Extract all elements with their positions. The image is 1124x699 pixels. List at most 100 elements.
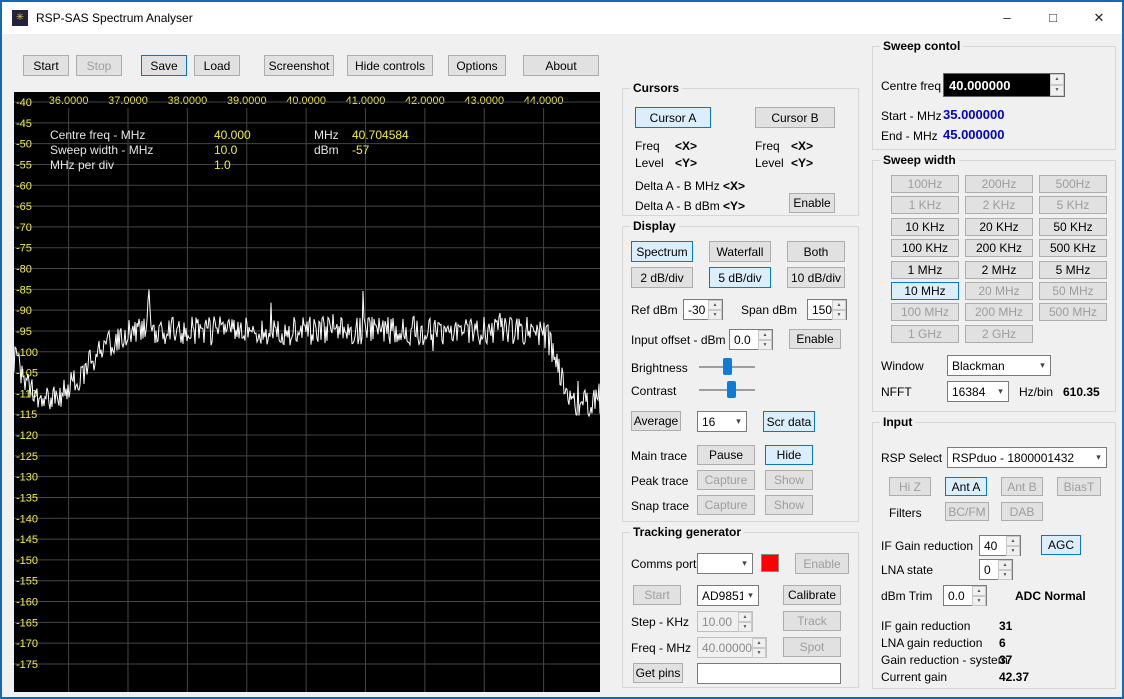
cursor-a-button[interactable]: Cursor A	[635, 107, 711, 128]
get-pins-button[interactable]: Get pins	[633, 663, 683, 683]
spin-down-icon[interactable]: ▼	[758, 340, 772, 350]
sweep-width-10-mhz-button[interactable]: 10 MHz	[891, 282, 959, 300]
db10-per-div-button[interactable]: 10 dB/div	[787, 267, 845, 288]
spin-up-icon[interactable]: ▲	[738, 612, 752, 622]
peak-trace-capture-button[interactable]: Capture	[697, 470, 755, 490]
spin-down-icon[interactable]: ▼	[752, 648, 766, 658]
spin-down-icon[interactable]: ▼	[708, 310, 722, 320]
sweep-width-500hz-button[interactable]: 500Hz	[1039, 175, 1107, 193]
sweep-width-1-mhz-button[interactable]: 1 MHz	[891, 260, 959, 279]
lna-state-spin-buttons[interactable]: ▲ ▼	[998, 560, 1012, 580]
save-button[interactable]: Save	[141, 55, 187, 76]
input-offset-spinner[interactable]: 0.0 ▲ ▼	[729, 329, 773, 350]
hide-controls-button[interactable]: Hide controls	[347, 55, 433, 76]
spin-down-icon[interactable]: ▼	[1006, 546, 1020, 556]
cursors-enable-button[interactable]: Enable	[789, 193, 835, 213]
spin-up-icon[interactable]: ▲	[752, 638, 766, 648]
start-button[interactable]: Start	[23, 55, 69, 76]
average-button[interactable]: Average	[631, 411, 681, 431]
screenshot-button[interactable]: Screenshot	[264, 55, 334, 76]
track-button[interactable]: Track	[783, 611, 841, 631]
spectrum-plot[interactable]: 36.0000 37.0000 38.0000 39.0000 40.0000 41.00…	[13, 92, 601, 692]
main-trace-pause-button[interactable]: Pause	[697, 445, 755, 465]
pins-field[interactable]	[697, 663, 841, 684]
contrast-slider[interactable]	[699, 381, 755, 399]
spin-down-icon[interactable]: ▼	[738, 622, 752, 632]
spectrum-mode-button[interactable]: Spectrum	[631, 241, 693, 262]
tracking-enable-button[interactable]: Enable	[795, 553, 849, 574]
ref-dbm-spinner[interactable]: -30 ▲ ▼	[683, 299, 723, 320]
spin-down-icon[interactable]: ▼	[832, 310, 846, 320]
sweep-width-5-khz-button[interactable]: 5 KHz	[1039, 196, 1107, 215]
sweep-width-500-khz-button[interactable]: 500 KHz	[1039, 239, 1107, 258]
sweep-width-200-khz-button[interactable]: 200 KHz	[965, 239, 1033, 258]
sweep-width-100hz-button[interactable]: 100Hz	[891, 175, 959, 193]
centre-freq-spin-buttons[interactable]: ▲ ▼	[1050, 74, 1064, 96]
brightness-slider-thumb[interactable]	[722, 358, 732, 375]
sweep-width-2-ghz-button[interactable]: 2 GHz	[965, 324, 1033, 343]
comms-port-select[interactable]: ▾	[697, 553, 753, 574]
spin-up-icon[interactable]: ▲	[1006, 536, 1020, 546]
if-gain-spinner[interactable]: 40 ▲ ▼	[979, 535, 1021, 556]
sweep-width-50-khz-button[interactable]: 50 KHz	[1039, 217, 1107, 236]
sweep-width-1-khz-button[interactable]: 1 KHz	[891, 196, 959, 215]
peak-trace-show-button[interactable]: Show	[765, 470, 813, 490]
tg-freq-spinner[interactable]: 40.000000 ▲▼	[697, 637, 767, 658]
close-button[interactable]: ✕	[1076, 2, 1122, 33]
sweep-width-200hz-button[interactable]: 200Hz	[965, 175, 1033, 193]
cursor-b-button[interactable]: Cursor B	[755, 107, 835, 128]
dab-filter-button[interactable]: DAB	[1001, 502, 1043, 521]
spin-up-icon[interactable]: ▲	[972, 586, 986, 596]
spin-up-icon[interactable]: ▲	[758, 330, 772, 340]
maximize-button[interactable]: □	[1030, 2, 1076, 33]
span-dbm-spinner[interactable]: 150 ▲ ▼	[807, 299, 847, 320]
sweep-width-1-ghz-button[interactable]: 1 GHz	[891, 324, 959, 343]
db5-per-div-button[interactable]: 5 dB/div	[709, 267, 771, 288]
tracking-start-button[interactable]: Start	[633, 585, 681, 605]
window-select[interactable]: Blackman ▾	[947, 355, 1051, 376]
sweep-width-100-mhz-button[interactable]: 100 MHz	[891, 303, 959, 322]
sweep-width-20-khz-button[interactable]: 20 KHz	[965, 217, 1033, 236]
stop-button[interactable]: Stop	[76, 55, 122, 76]
options-button[interactable]: Options	[448, 55, 506, 76]
spot-button[interactable]: Spot	[783, 637, 841, 657]
sweep-width-2-mhz-button[interactable]: 2 MHz	[965, 260, 1033, 279]
ant-b-button[interactable]: Ant B	[1001, 477, 1043, 496]
sweep-width-500-mhz-button[interactable]: 500 MHz	[1039, 303, 1107, 322]
input-offset-spin-buttons[interactable]: ▲ ▼	[758, 330, 772, 350]
lna-state-spinner[interactable]: 0 ▲ ▼	[979, 559, 1013, 580]
sweep-width-200-mhz-button[interactable]: 200 MHz	[965, 303, 1033, 322]
sweep-width-2-khz-button[interactable]: 2 KHz	[965, 196, 1033, 215]
bias-t-button[interactable]: BiasT	[1057, 477, 1101, 496]
average-select[interactable]: 16 ▾	[697, 411, 747, 432]
sweep-width-100-khz-button[interactable]: 100 KHz	[891, 239, 959, 258]
brightness-slider[interactable]	[699, 358, 755, 376]
contrast-slider-thumb[interactable]	[727, 381, 736, 398]
step-khz-spinner[interactable]: 10.00 ▲ ▼	[697, 611, 753, 632]
spin-up-icon[interactable]: ▲	[1050, 74, 1064, 85]
spin-up-icon[interactable]: ▲	[998, 560, 1012, 570]
input-offset-enable-button[interactable]: Enable	[789, 329, 841, 349]
tg-freq-spin-buttons[interactable]: ▲ ▼	[752, 638, 766, 658]
span-dbm-spin-buttons[interactable]: ▲ ▼	[832, 300, 846, 320]
step-khz-spin-buttons[interactable]: ▲ ▼	[738, 612, 752, 632]
snap-trace-show-button[interactable]: Show	[765, 495, 813, 515]
sweep-width-10-khz-button[interactable]: 10 KHz	[891, 217, 959, 236]
load-button[interactable]: Load	[194, 55, 240, 76]
about-button[interactable]: About	[523, 55, 599, 76]
sweep-width-20-mhz-button[interactable]: 20 MHz	[965, 282, 1033, 300]
spin-down-icon[interactable]: ▼	[972, 596, 986, 606]
dbm-trim-spin-buttons[interactable]: ▲ ▼	[972, 586, 986, 606]
rsp-select[interactable]: RSPduo - 1800001432 ▾	[947, 447, 1107, 468]
agc-button[interactable]: AGC	[1041, 535, 1081, 555]
calibrate-button[interactable]: Calibrate	[783, 585, 841, 605]
scr-data-button[interactable]: Scr data	[763, 411, 815, 432]
minimize-button[interactable]: –	[984, 2, 1030, 33]
centre-freq-field[interactable]: 40.000000 ▲ ▼	[943, 73, 1065, 97]
spin-down-icon[interactable]: ▼	[1050, 85, 1064, 96]
waterfall-mode-button[interactable]: Waterfall	[709, 241, 771, 262]
db2-per-div-button[interactable]: 2 dB/div	[631, 267, 693, 288]
bcfm-filter-button[interactable]: BC/FM	[945, 502, 989, 521]
ant-a-button[interactable]: Ant A	[945, 477, 987, 496]
spin-up-icon[interactable]: ▲	[708, 300, 722, 310]
